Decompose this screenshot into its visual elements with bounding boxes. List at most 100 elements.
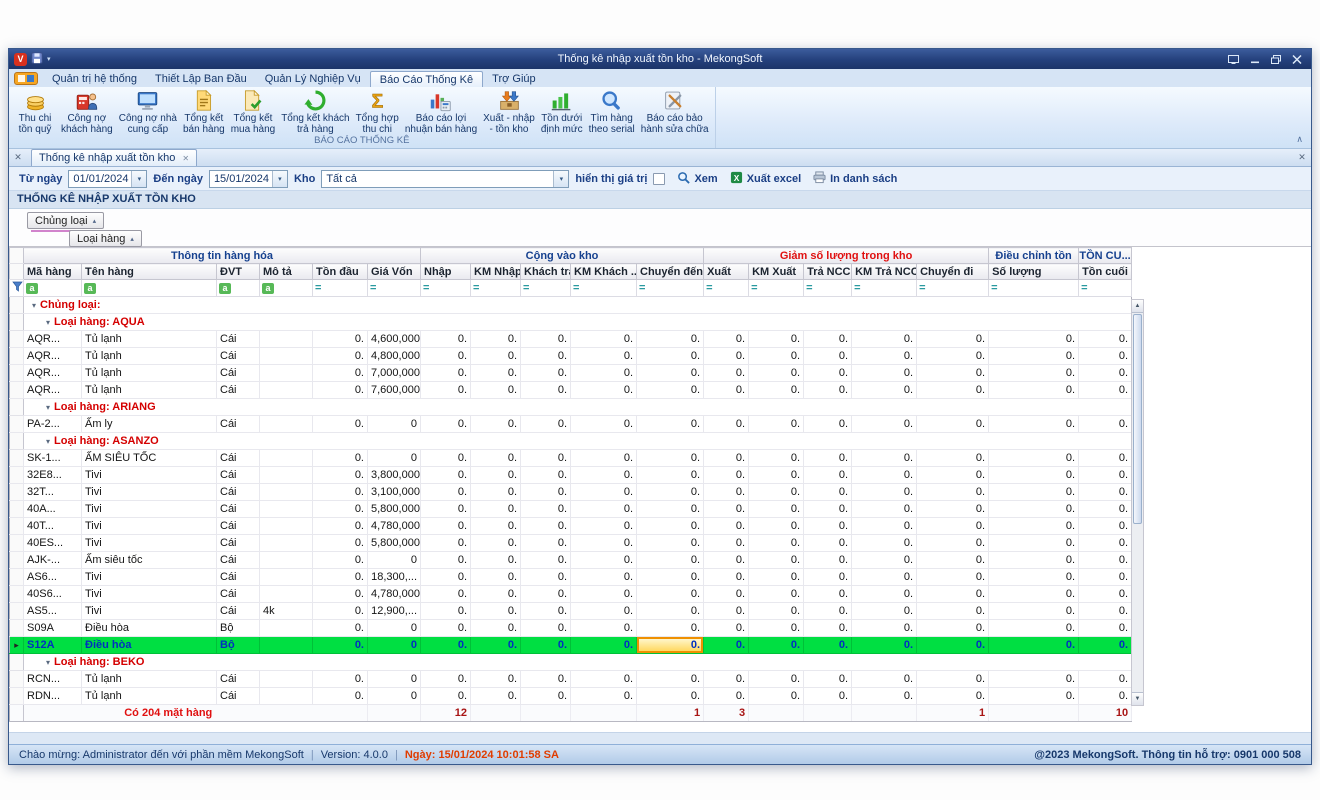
cell-ten_hang[interactable]: ẤM SIÊU TỐC <box>82 450 217 467</box>
column-header-ma_hang[interactable]: Mã hàng <box>24 264 82 280</box>
cell-nhap[interactable]: 0. <box>421 365 471 382</box>
column-header-tra_ncc[interactable]: Trả NCC <box>804 264 852 280</box>
cell-mo_ta[interactable] <box>260 586 313 603</box>
ribbon-tab[interactable]: Thiết Lập Ban Đầu <box>146 71 256 87</box>
cell-dvt[interactable]: Cái <box>217 348 260 365</box>
cell-ten_hang[interactable]: Tủ lạnh <box>82 348 217 365</box>
cell-ma_hang[interactable]: RCN... <box>24 671 82 688</box>
cell-ten_hang[interactable]: Tủ lạnh <box>82 382 217 399</box>
print-button[interactable]: In danh sách <box>813 171 897 187</box>
cell-ma_hang[interactable]: 40ES... <box>24 535 82 552</box>
cell-so_luong[interactable]: 0. <box>989 671 1079 688</box>
cell-chuyen_den[interactable]: 0. <box>637 620 704 637</box>
cell-mo_ta[interactable] <box>260 416 313 433</box>
cell-ma_hang[interactable]: 40S6... <box>24 586 82 603</box>
table-row[interactable]: AS5...TiviCái4k0.12,900,...0.0.0.0.0.0.0… <box>10 603 1132 620</box>
ribbon-button-tim-hang-theo-serial[interactable]: Tìm hàngtheo serial <box>586 88 638 135</box>
cell-chuyen_di[interactable]: 0. <box>917 620 989 637</box>
cell-xuat[interactable]: 0. <box>704 688 749 705</box>
cell-mo_ta[interactable] <box>260 382 313 399</box>
cell-nhap[interactable]: 0. <box>421 518 471 535</box>
filter-cell-gia_von[interactable]: = <box>368 280 421 297</box>
ribbon-button-bao-cao-bao-hanh-sua-chua[interactable]: Báo cáo bảohành sửa chữa <box>638 88 712 135</box>
filter-cell-chuyen_den[interactable]: = <box>637 280 704 297</box>
close-tab-icon[interactable]: ✕ <box>182 154 189 163</box>
cell-ton_dau[interactable]: 0. <box>313 518 368 535</box>
cell-km_khach[interactable]: 0. <box>571 382 637 399</box>
cell-km_khach[interactable]: 0. <box>571 501 637 518</box>
tab-thong-ke-nhap-xuat-ton-kho[interactable]: Thống kê nhập xuất tồn kho ✕ <box>31 149 197 166</box>
cell-km_tra_ncc[interactable]: 0. <box>852 365 917 382</box>
cell-km_nhap[interactable]: 0. <box>471 382 521 399</box>
to-date-input[interactable]: 15/01/2024 ▾ <box>209 170 288 188</box>
cell-chuyen_di[interactable]: 0. <box>917 501 989 518</box>
cell-ton_dau[interactable]: 0. <box>313 586 368 603</box>
filter-cell-ten_hang[interactable]: a <box>82 280 217 297</box>
scroll-up-icon[interactable]: ▲ <box>1132 300 1143 313</box>
cell-chuyen_di[interactable]: 0. <box>917 552 989 569</box>
cell-ma_hang[interactable]: AQR... <box>24 348 82 365</box>
cell-gia_von[interactable]: 7,600,000 <box>368 382 421 399</box>
cell-nhap[interactable]: 0. <box>421 467 471 484</box>
collapse-ribbon-icon[interactable]: ∧ <box>1296 134 1303 145</box>
column-header-dvt[interactable]: ĐVT <box>217 264 260 280</box>
cell-chuyen_den[interactable]: 0. <box>637 365 704 382</box>
cell-so_luong[interactable]: 0. <box>989 518 1079 535</box>
filter-cell-so_luong[interactable]: = <box>989 280 1079 297</box>
column-header-nhap[interactable]: Nhập <box>421 264 471 280</box>
cell-km_nhap[interactable]: 0. <box>471 416 521 433</box>
cell-chuyen_den[interactable]: 0. <box>637 688 704 705</box>
cell-dvt[interactable]: Cái <box>217 467 260 484</box>
cell-ma_hang[interactable]: 32T... <box>24 484 82 501</box>
cell-km_khach[interactable]: 0. <box>571 569 637 586</box>
filter-cell-km_tra_ncc[interactable]: = <box>852 280 917 297</box>
cell-ton_dau[interactable]: 0. <box>313 382 368 399</box>
table-row[interactable]: AJK-...Ấm siêu tốcCái0.00.0.0.0.0.0.0.0.… <box>10 552 1132 569</box>
cell-ma_hang[interactable]: AQR... <box>24 365 82 382</box>
cell-ton_cuoi[interactable]: 0. <box>1079 484 1132 501</box>
ribbon-button-bao-cao-loi-nhuan-ban-hang[interactable]: Báo cáo lợinhuận bán hàng <box>402 88 480 135</box>
cell-khach_tra[interactable]: 0. <box>521 450 571 467</box>
cell-ton_dau[interactable]: 0. <box>313 348 368 365</box>
cell-dvt[interactable]: Cái <box>217 569 260 586</box>
cell-km_nhap[interactable]: 0. <box>471 535 521 552</box>
cell-km_tra_ncc[interactable]: 0. <box>852 671 917 688</box>
table-row[interactable]: 40S6...TiviCái0.4,780,0000.0.0.0.0.0.0.0… <box>10 586 1132 603</box>
cell-dvt[interactable]: Cái <box>217 603 260 620</box>
chevron-down-icon[interactable]: ▾ <box>131 171 146 187</box>
collapse-icon[interactable]: ▾ <box>46 658 50 667</box>
cell-ton_dau[interactable]: 0. <box>313 365 368 382</box>
cell-km_khach[interactable]: 0. <box>571 348 637 365</box>
cell-chuyen_di[interactable]: 0. <box>917 586 989 603</box>
vertical-scrollbar[interactable]: ▲ ▼ <box>1131 299 1144 706</box>
group-row[interactable]: ▾Loại hàng: ARIANG <box>10 399 1132 416</box>
cell-ten_hang[interactable]: Tivi <box>82 569 217 586</box>
cell-km_tra_ncc[interactable]: 0. <box>852 620 917 637</box>
ribbon-button-tong-ket-ban-hang[interactable]: Tổng kếtbán hàng <box>180 88 228 135</box>
cell-tra_ncc[interactable]: 0. <box>804 586 852 603</box>
filter-cell-tra_ncc[interactable]: = <box>804 280 852 297</box>
filter-cell-km_xuat[interactable]: = <box>749 280 804 297</box>
cell-mo_ta[interactable] <box>260 467 313 484</box>
cell-dvt[interactable]: Cái <box>217 365 260 382</box>
cell-nhap[interactable]: 0. <box>421 552 471 569</box>
cell-gia_von[interactable]: 7,000,000 <box>368 365 421 382</box>
cell-so_luong[interactable]: 0. <box>989 688 1079 705</box>
cell-ma_hang[interactable]: AQR... <box>24 382 82 399</box>
cell-xuat[interactable]: 0. <box>704 348 749 365</box>
cell-dvt[interactable]: Cái <box>217 688 260 705</box>
band-header[interactable]: Điều chỉnh tồn <box>989 248 1079 264</box>
cell-chuyen_di[interactable]: 0. <box>917 348 989 365</box>
cell-ma_hang[interactable]: PA-2... <box>24 416 82 433</box>
cell-tra_ncc[interactable]: 0. <box>804 467 852 484</box>
cell-mo_ta[interactable] <box>260 688 313 705</box>
cell-km_tra_ncc[interactable]: 0. <box>852 603 917 620</box>
cell-ton_dau[interactable]: 0. <box>313 535 368 552</box>
cell-ton_dau[interactable]: 0. <box>313 484 368 501</box>
cell-tra_ncc[interactable]: 0. <box>804 688 852 705</box>
cell-km_tra_ncc[interactable]: 0. <box>852 518 917 535</box>
cell-tra_ncc[interactable]: 0. <box>804 331 852 348</box>
column-header-chuyen_den[interactable]: Chuyển đến <box>637 264 704 280</box>
cell-xuat[interactable]: 0. <box>704 416 749 433</box>
collapse-icon[interactable]: ▾ <box>46 403 50 412</box>
